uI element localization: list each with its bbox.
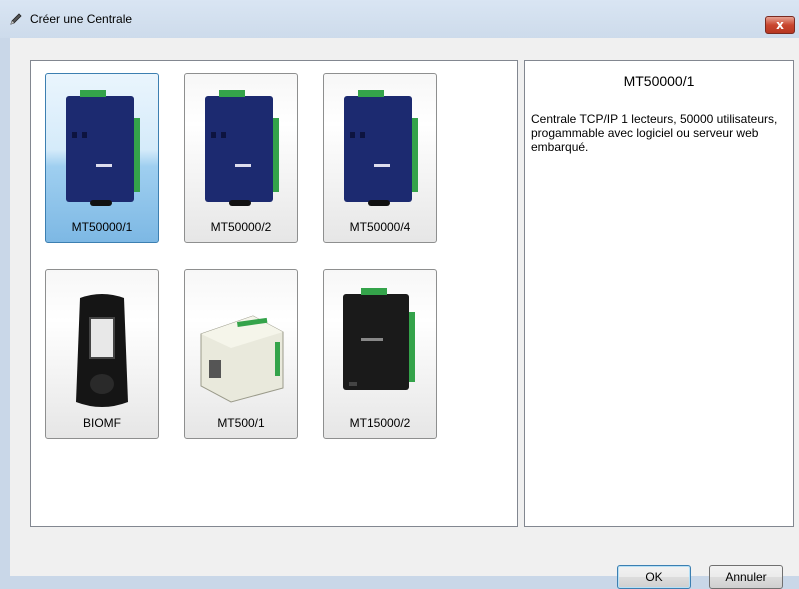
controller-gallery[interactable]: MT50000/1 MT50000/2 MT50000/4 BIOMF MT50… [30,60,518,527]
tile-label: MT15000/2 [349,416,411,430]
pen-icon [10,13,22,25]
tile-mt50000-1[interactable]: MT50000/1 [45,73,159,243]
tile-label: MT50000/1 [71,220,133,234]
black-board-icon [343,288,415,390]
tile-label: MT500/1 [217,416,265,430]
controller-board-icon [344,90,418,206]
fingerprint-reader-icon [76,294,128,407]
tile-mt50000-4[interactable]: MT50000/4 [323,73,437,243]
description-title: MT50000/1 [623,73,695,89]
description-text: Centrale TCP/IP 1 lecteurs, 50000 utilis… [531,112,778,154]
dialog-window: Créer une Centrale x MT50000/1 MT50000/2… [0,0,799,589]
tile-mt500-1[interactable]: MT500/1 [184,269,298,439]
tile-mt50000-2[interactable]: MT50000/2 [184,73,298,243]
window-title: Créer une Centrale [30,12,133,26]
ok-button[interactable]: OK [617,565,691,589]
tile-mt15000-2[interactable]: MT15000/2 [323,269,437,439]
title-bar[interactable]: Créer une Centrale x [0,0,799,38]
description-panel: MT50000/1 Centrale TCP/IP 1 lecteurs, 50… [524,60,794,527]
din-module-icon [200,315,284,403]
controller-board-icon [66,90,140,206]
close-button[interactable]: x [765,16,795,34]
tile-label: MT50000/4 [349,220,411,234]
close-icon: x [776,18,784,32]
tile-label: BIOMF [83,416,121,430]
tile-biomf[interactable]: BIOMF [45,269,159,439]
controller-board-icon [205,90,279,206]
tile-label: MT50000/2 [210,220,272,234]
cancel-button[interactable]: Annuler [709,565,783,589]
